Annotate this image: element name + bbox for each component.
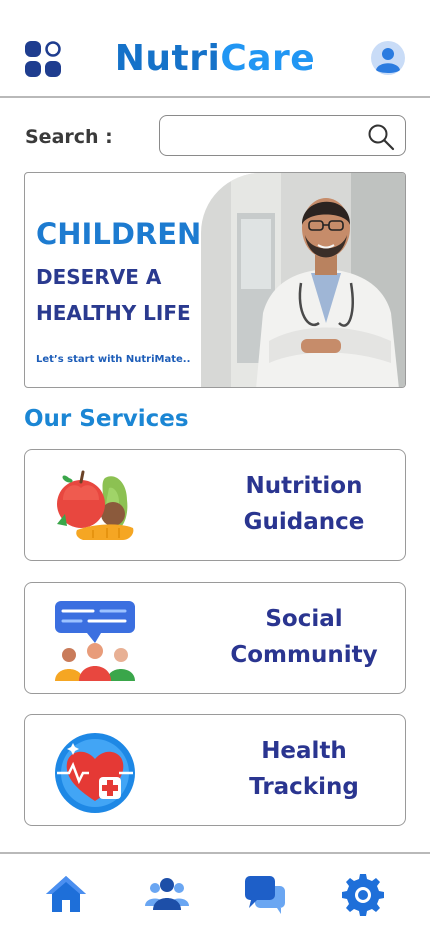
service-label-health: Health Tracking (249, 738, 359, 800)
service-card-nutrition[interactable]: Nutrition Guidance (24, 449, 406, 561)
service-card-health[interactable]: Health Tracking (24, 714, 406, 826)
app-header: NutriCare (0, 0, 430, 98)
app-logo: NutriCare (0, 38, 430, 79)
search-input[interactable] (170, 122, 360, 150)
bottom-nav (0, 852, 430, 932)
services-title: Our Services (24, 406, 189, 432)
banner-cta-text: Let’s start with NutriMate.. (36, 354, 191, 365)
logo-part-2: Care (220, 38, 316, 79)
doctor-photo (201, 173, 405, 387)
search-box (159, 115, 406, 156)
logo-part-1: Nutri (114, 38, 221, 79)
home-icon[interactable] (44, 872, 88, 916)
fruit-vegetable-icon (57, 470, 134, 540)
service-label-nutrition: Nutrition Guidance (243, 473, 365, 535)
chat-icon[interactable] (243, 872, 287, 916)
service-card-community[interactable]: Social Community (24, 582, 406, 694)
search-icon[interactable] (367, 123, 395, 151)
community-chat-icon (55, 601, 135, 681)
settings-icon[interactable] (341, 872, 385, 916)
heart-health-icon (55, 733, 135, 813)
banner-headline: CHILDREN (36, 217, 202, 251)
users-icon[interactable] (145, 872, 189, 916)
search-label: Search : (25, 126, 113, 148)
service-label-community: Social Community (230, 606, 378, 668)
banner-subline: DESERVE A HEALTHY LIFE (36, 265, 191, 325)
user-avatar-icon[interactable] (371, 41, 405, 75)
promo-banner[interactable]: CHILDREN DESERVE A HEALTHY LIFE Let’s st… (24, 172, 406, 388)
